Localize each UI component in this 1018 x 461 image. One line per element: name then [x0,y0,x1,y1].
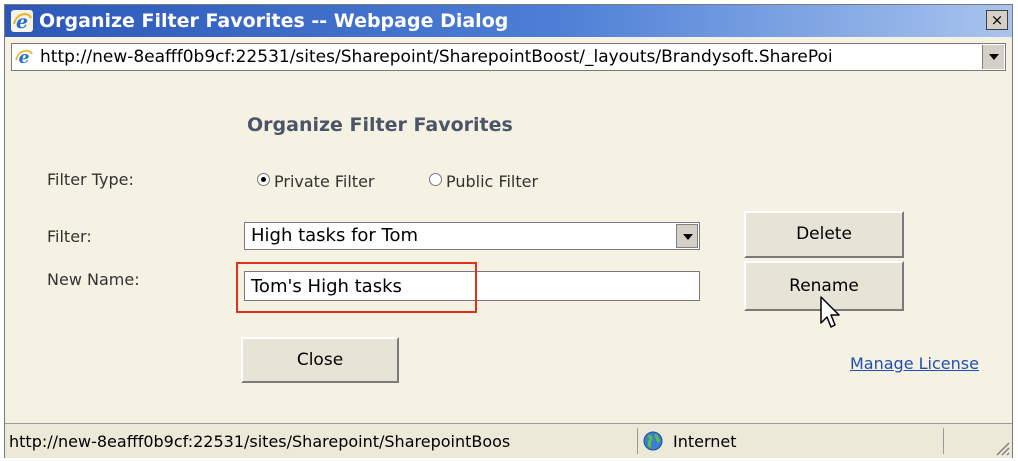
public-filter-radio[interactable] [429,173,442,186]
filter-select[interactable]: High tasks for Tom [244,222,700,250]
private-filter-radio[interactable] [257,173,270,186]
filter-type-label: Filter Type: [47,170,134,189]
globe-icon [643,431,663,451]
status-divider [637,428,638,454]
manage-license-link[interactable]: Manage License [850,354,979,373]
status-divider [943,428,944,454]
close-window-button[interactable]: × [986,10,1008,30]
private-filter-label[interactable]: Private Filter [274,172,375,191]
close-button[interactable]: Close [241,337,399,383]
window-title: Organize Filter Favorites -- Webpage Dia… [39,10,509,32]
delete-button[interactable]: Delete [744,211,904,258]
status-url: http://new-8eafff0b9cf:22531/sites/Share… [9,432,511,451]
status-bar: http://new-8eafff0b9cf:22531/sites/Share… [5,423,1012,458]
chevron-down-icon [683,234,693,240]
security-zone-label: Internet [673,432,737,451]
rename-button[interactable]: Rename [744,261,904,311]
filter-label: Filter: [47,227,92,246]
address-bar[interactable]: e http://new-8eafff0b9cf:22531/sites/Sha… [11,43,1006,71]
ie-logo-icon: e [11,10,33,32]
page-title: Organize Filter Favorites [247,114,513,136]
address-dropdown-button[interactable] [982,45,1004,69]
title-bar[interactable]: e Organize Filter Favorites -- Webpage D… [5,5,1012,37]
public-filter-label[interactable]: Public Filter [446,172,538,191]
resize-grip-icon[interactable] [992,438,1010,456]
dialog-window: e Organize Filter Favorites -- Webpage D… [4,4,1013,458]
ie-page-icon: e [14,47,34,67]
new-name-input[interactable] [244,271,700,301]
chevron-down-icon [989,54,999,60]
address-url: http://new-8eafff0b9cf:22531/sites/Share… [40,47,833,67]
new-name-label: New Name: [47,270,140,289]
filter-selected-value: High tasks for Tom [251,225,419,246]
filter-dropdown-button[interactable] [676,224,698,248]
